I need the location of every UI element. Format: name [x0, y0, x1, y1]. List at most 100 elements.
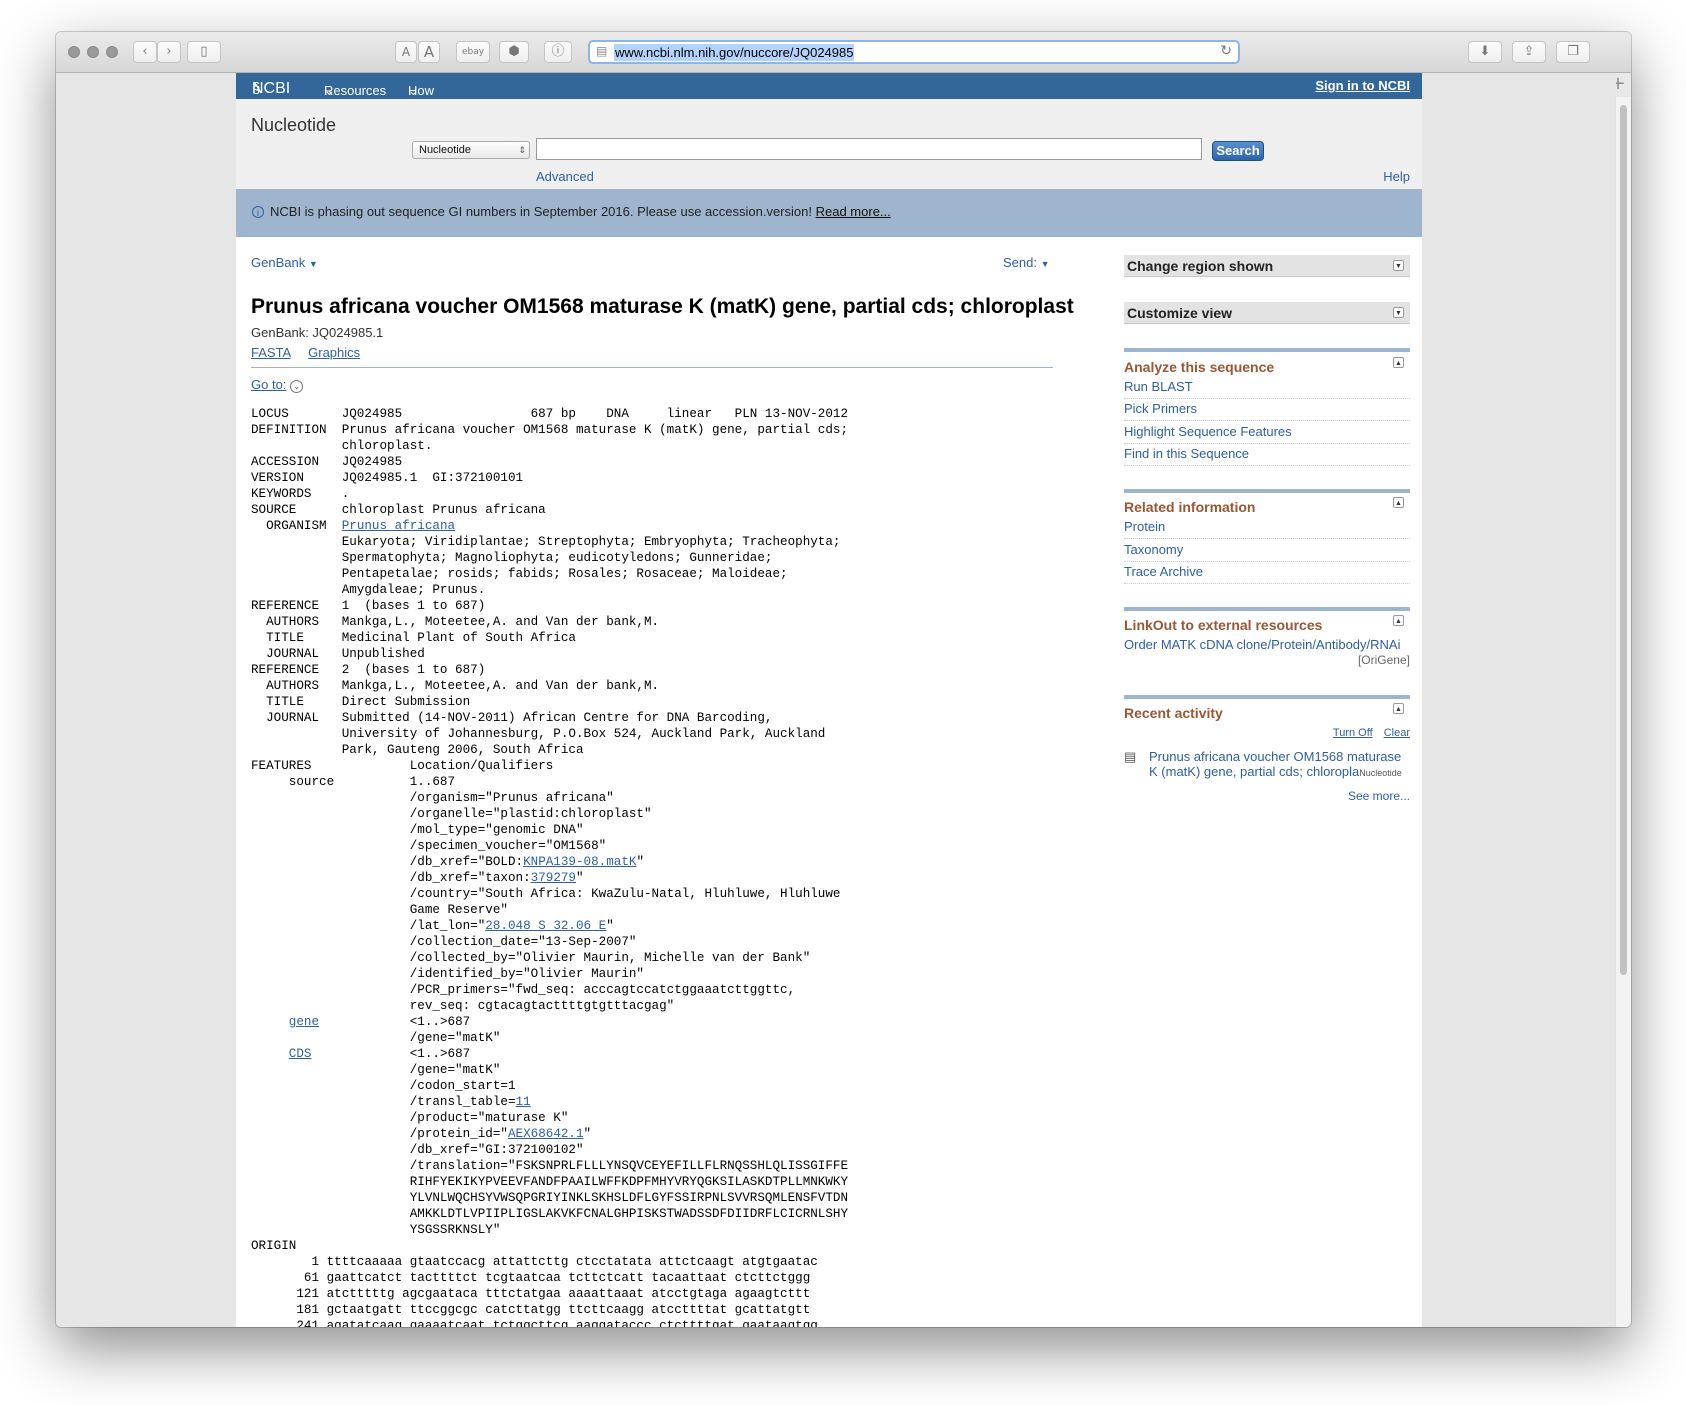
linkout-source: [OriGene]	[1357, 653, 1410, 667]
goto-menu[interactable]: Go to: ⌄	[251, 377, 304, 393]
recent-item-line1: Prunus africana voucher OM1568 maturase	[1149, 749, 1402, 764]
bold-prefix: /db_xref="BOLD:	[251, 855, 524, 869]
flatfile-line: /gene="matK"	[251, 1063, 501, 1077]
url-text[interactable]: www.ncbi.nlm.nih.gov/nuccore/JQ024985	[614, 44, 855, 61]
zoom-window-button[interactable]	[106, 46, 118, 58]
flatfile-line: University of Johannesburg, P.O.Box 524,…	[251, 727, 826, 741]
flatfile-line: AUTHORS Mankga,L., Moteetee,A. and Van d…	[251, 615, 660, 629]
run-blast-link[interactable]: Run BLAST	[1124, 379, 1410, 399]
organism-label: ORGANISM	[251, 519, 342, 533]
cds-qualifiers: /gene="matK" /codon_start=1	[251, 1062, 848, 1094]
latlon-line: /lat_lon="28.048 S 32.06 E"	[251, 918, 848, 934]
section-rule	[1124, 348, 1410, 352]
taxonomy-link[interactable]: Taxonomy	[1124, 542, 1410, 562]
linkout-title: LinkOut to external resources	[1124, 617, 1323, 633]
flatfile-line: /country="South Africa: KwaZulu-Natal, H…	[251, 887, 841, 901]
origene-order-link[interactable]: Order MATK cDNA clone/Protein/Antibody/R…	[1124, 637, 1400, 652]
sidebar-toggle-button[interactable]: ▯	[187, 41, 221, 63]
section-rule	[1124, 489, 1410, 493]
sign-in-link[interactable]: Sign in to NCBI	[1315, 78, 1410, 93]
trace-archive-link[interactable]: Trace Archive	[1124, 564, 1410, 584]
vertical-scrollbar[interactable]	[1615, 97, 1631, 1327]
collapse-icon[interactable]: ▲	[1393, 703, 1404, 714]
expand-icon[interactable]: ▼	[1393, 260, 1404, 271]
flatfile-line: DEFINITION Prunus africana voucher OM156…	[251, 423, 849, 437]
organism-link[interactable]: Prunus africana	[342, 519, 455, 533]
font-larger-button[interactable]: A	[418, 41, 440, 63]
notice-message: NCBI is phasing out sequence GI numbers …	[270, 204, 812, 219]
see-more-link[interactable]: See more...	[1348, 789, 1410, 803]
close-window-button[interactable]	[68, 46, 80, 58]
graphics-link[interactable]: Graphics	[308, 345, 360, 360]
ncbi-logo-text: NCBI	[252, 80, 291, 97]
minimize-window-button[interactable]	[87, 46, 99, 58]
collection-lines: /collection_date="13-Sep-2007" /collecte…	[251, 934, 848, 1014]
info-extension-button[interactable]: ⓘ	[544, 41, 572, 63]
format-menu[interactable]: GenBank ▼	[251, 255, 318, 270]
quote-suffix: "	[606, 919, 614, 933]
collapse-icon[interactable]: ▲	[1393, 357, 1404, 368]
advanced-search-link[interactable]: Advanced	[536, 169, 594, 184]
share-button[interactable]: ⇪	[1512, 41, 1546, 63]
tabs-icon: ❐	[1567, 44, 1579, 59]
send-menu[interactable]: Send: ▼	[1003, 255, 1050, 270]
ncbi-page: § NCBI Resources ⌄ How To ⌄ Sign in to N…	[236, 73, 1422, 1327]
highlight-features-link[interactable]: Highlight Sequence Features	[1124, 424, 1410, 444]
find-in-sequence-link[interactable]: Find in this Sequence	[1124, 446, 1410, 466]
flatfile-line: AUTHORS Mankga,L., Moteetee,A. and Van d…	[251, 679, 660, 693]
gene-feature-line: gene <1..>687	[251, 1014, 848, 1030]
collapse-icon[interactable]: ▲	[1393, 615, 1404, 626]
scrollbar-thumb[interactable]	[1620, 105, 1627, 975]
protein-id-link[interactable]: AEX68642.1	[508, 1127, 584, 1141]
transl-table-link[interactable]: 11	[516, 1095, 531, 1109]
protein-link[interactable]: Protein	[1124, 519, 1410, 539]
address-bar[interactable]: ▤ www.ncbi.nlm.nih.gov/nuccore/JQ024985 …	[588, 40, 1240, 64]
bold-link[interactable]: KNPA139-08.matK	[523, 855, 636, 869]
pick-primers-link[interactable]: Pick Primers	[1124, 401, 1410, 421]
related-title: Related information	[1124, 499, 1256, 515]
tabs-overview-button[interactable]: ❐	[1556, 41, 1590, 63]
forward-button[interactable]: ›	[157, 41, 181, 63]
flatfile-line: RIHFYEKIKYPVEEVFANDFPAAILWFFKDPFMHYVRYQG…	[251, 1175, 849, 1189]
ncbi-top-bar: § NCBI Resources ⌄ How To ⌄ Sign in to N…	[236, 73, 1422, 113]
fasta-link[interactable]: FASTA	[251, 345, 291, 360]
chevron-right-icon: ›	[166, 44, 172, 59]
recent-activity-controls: Turn Off Clear	[1333, 727, 1410, 739]
search-button[interactable]: Search	[1212, 141, 1264, 161]
collapse-icon[interactable]: ▲	[1393, 497, 1404, 508]
cds-feature-link[interactable]: CDS	[289, 1047, 312, 1061]
read-more-link[interactable]: Read more...	[816, 204, 891, 219]
ebay-extension-button[interactable]: ebay	[456, 41, 490, 63]
protein-prefix: /protein_id="	[251, 1127, 508, 1141]
gene-feature-link[interactable]: gene	[289, 1015, 319, 1029]
browser-window: ‹ › ▯ A A ebay ⬢ ⓘ ▤ www.ncbi.nlm.nih.go…	[56, 32, 1631, 1327]
downloads-button[interactable]: ⬇	[1468, 41, 1502, 63]
flatfile-line: VERSION JQ024985.1 GI:372100101	[251, 471, 524, 485]
cds-feature-line: CDS <1..>687	[251, 1046, 848, 1062]
database-select[interactable]: Nucleotide ⇕	[412, 141, 530, 159]
organism-line: ORGANISM Prunus africana	[251, 518, 848, 534]
flatfile-line: ACCESSION JQ024985	[251, 455, 403, 469]
change-region-title: Change region shown	[1127, 258, 1274, 274]
adblock-extension-button[interactable]: ⬢	[499, 41, 529, 63]
expand-icon[interactable]: ▼	[1393, 307, 1404, 318]
flatfile-line: Spermatophyta; Magnoliophyta; eudicotyle…	[251, 551, 773, 565]
latlon-link[interactable]: 28.048 S 32.06 E	[485, 919, 606, 933]
search-input[interactable]	[536, 138, 1202, 160]
customize-view-portlet[interactable]: Customize view ▼	[1124, 302, 1410, 324]
recent-activity-item[interactable]: Prunus africana voucher OM1568 maturase …	[1149, 749, 1410, 781]
transl-table-line: /transl_table=11	[251, 1094, 848, 1110]
back-button[interactable]: ‹	[133, 41, 157, 63]
turn-off-link[interactable]: Turn Off	[1333, 727, 1373, 739]
flatfile-line: 121 atctttttg agcgaataca tttctatgaa aaaa…	[251, 1287, 811, 1301]
flatfile-line: REFERENCE 1 (bases 1 to 687)	[251, 599, 486, 613]
clear-link[interactable]: Clear	[1384, 727, 1410, 739]
taxon-link[interactable]: 379279	[531, 871, 576, 885]
help-link[interactable]: Help	[1383, 169, 1410, 184]
reload-icon[interactable]: ↻	[1220, 43, 1232, 59]
font-smaller-button[interactable]: A	[395, 41, 417, 63]
flatfile-line: /codon_start=1	[251, 1079, 516, 1093]
record-view-links: FASTA Graphics	[251, 345, 360, 360]
flatfile-line: TITLE Direct Submission	[251, 695, 471, 709]
change-region-portlet[interactable]: Change region shown ▼	[1124, 255, 1410, 277]
